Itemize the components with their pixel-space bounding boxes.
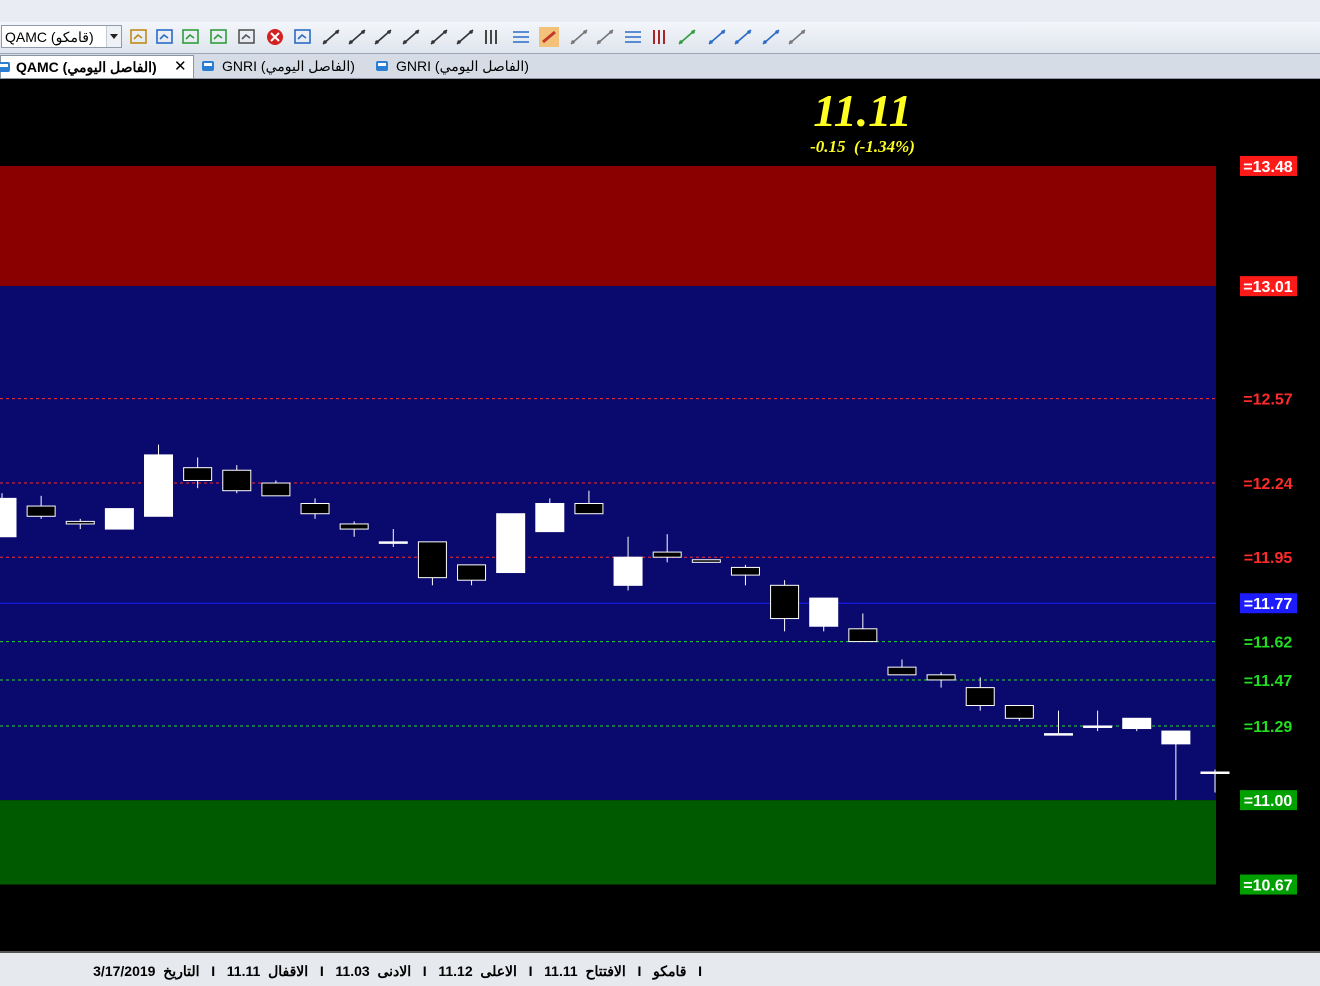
chart-tab-icon	[376, 61, 388, 71]
tab-gnri-daily-1[interactable]: GNRI (الفاصل اليومي)	[199, 55, 367, 77]
levels-icon[interactable]	[510, 26, 532, 48]
circle-icon[interactable]	[568, 26, 590, 48]
vertical-line-icon[interactable]	[372, 26, 394, 48]
tab-label: GNRI (الفاصل اليومي)	[396, 58, 529, 74]
level-label-9: =11.29	[1244, 719, 1293, 736]
copy-icon[interactable]	[594, 26, 616, 48]
candle-body-4	[104, 508, 134, 530]
candle-body-22	[809, 597, 839, 627]
candlestick-chart[interactable]: =13.48 =13.01 =12.57 =12.24 =11.95 =11.77 =11.…	[0, 79, 1320, 951]
trendline-icon[interactable]	[320, 26, 342, 48]
indicator-icon[interactable]	[292, 26, 314, 48]
chart-area[interactable]: =13.48 =13.01 =12.57 =12.24 =11.95 =11.77 =11.…	[0, 79, 1320, 951]
level-label-2: =13.01	[1243, 279, 1292, 296]
grid-icon[interactable]	[732, 26, 754, 48]
symbol-select[interactable]: QAMC (قامكو)	[1, 25, 122, 48]
last-price: 11.11	[813, 85, 912, 136]
tab-label: QAMC (الفاصل اليومي)	[16, 59, 157, 75]
candle-body-3	[65, 520, 95, 525]
candle-body-11	[378, 541, 408, 544]
candle-body-28	[1043, 733, 1073, 736]
level-label-7: =11.62	[1244, 635, 1293, 652]
candle-body-12	[417, 541, 447, 579]
chart-tab-icon	[202, 61, 214, 71]
candle-body-19	[691, 559, 721, 563]
text-tool-icon[interactable]	[786, 26, 808, 48]
candle-body-10	[339, 523, 369, 530]
chevron-down-icon[interactable]	[106, 26, 121, 47]
candle-body-23	[848, 628, 878, 643]
wand-icon[interactable]	[128, 26, 150, 48]
candle-body-6	[183, 467, 213, 481]
candle-body-7	[222, 469, 252, 492]
chart-tab-icon	[0, 62, 10, 72]
arc-icon[interactable]	[706, 26, 728, 48]
candle-body-25	[926, 674, 956, 681]
candle-body-21	[770, 584, 800, 620]
level-label-11: =10.67	[1243, 878, 1292, 895]
candle-body-24	[887, 666, 917, 676]
horizontal-line-icon[interactable]	[346, 26, 368, 48]
price-zone-1	[0, 165, 1216, 287]
candle-body-14	[496, 513, 526, 574]
candle-body-1	[0, 497, 17, 538]
parallel-lines-icon[interactable]	[454, 26, 476, 48]
candle-body-2	[26, 505, 56, 517]
level-label-5: =11.95	[1244, 550, 1293, 567]
candle-body-5	[144, 454, 174, 517]
window-top-strip	[0, 0, 1320, 23]
candle-body-29	[1083, 725, 1113, 728]
tab-bar: QAMC (الفاصل اليومي) ✕ GNRI (الفاصل اليو…	[0, 54, 1320, 79]
level-label-6: =11.77	[1244, 596, 1293, 613]
level-label-3: =12.57	[1243, 392, 1292, 409]
candle-body-27	[1004, 705, 1034, 719]
new-chart-icon[interactable]	[180, 26, 202, 48]
level-label-10: =11.00	[1244, 793, 1293, 810]
candle-body-26	[965, 687, 995, 707]
horizontal-levels-icon[interactable]	[622, 26, 644, 48]
tab-label: GNRI (الفاصل اليومي)	[222, 58, 355, 74]
candle-body-18	[652, 551, 682, 558]
bars-icon[interactable]	[648, 26, 670, 48]
print-icon[interactable]	[236, 26, 258, 48]
status-quote-summary: I قامكو I الافتتاح 11.11 I الاعلى 11.12 …	[93, 963, 702, 979]
fibonacci-icon[interactable]	[676, 26, 698, 48]
status-bar: I قامكو I الافتتاح 11.11 I الاعلى 11.12 …	[0, 951, 1320, 986]
candle-body-31	[1161, 730, 1191, 745]
candle-body-17	[613, 556, 643, 586]
candle-body-30	[1122, 717, 1152, 730]
price-change: -0.15 (-1.34%)	[810, 137, 915, 156]
tab-qamc-daily[interactable]: QAMC (الفاصل اليومي) ✕	[0, 55, 194, 78]
candle-body-20	[730, 566, 760, 576]
delete-icon[interactable]	[264, 26, 286, 48]
candle-body-8	[261, 482, 291, 497]
fan-icon[interactable]	[760, 26, 782, 48]
close-icon[interactable]: ✕	[174, 56, 187, 78]
candle-body-16	[574, 502, 604, 515]
price-zone-2	[0, 286, 1216, 801]
zones-icon[interactable]	[538, 26, 560, 48]
channel-icon[interactable]	[428, 26, 450, 48]
tab-gnri-daily-2[interactable]: GNRI (الفاصل اليومي)	[373, 55, 543, 77]
level-label-8: =11.47	[1244, 673, 1293, 690]
level-label-4: =12.24	[1243, 476, 1292, 493]
candle-body-9	[300, 502, 330, 515]
vertical-lines-icon[interactable]	[480, 26, 502, 48]
arrow-line-icon[interactable]	[400, 26, 422, 48]
save-chart-icon[interactable]	[208, 26, 230, 48]
level-label-1: =13.48	[1243, 159, 1292, 176]
symbol-select-value: QAMC (قامكو)	[5, 29, 94, 45]
candle-body-13	[457, 564, 487, 581]
price-zone-3	[0, 800, 1216, 885]
candle-body-15	[535, 502, 565, 533]
toolbar: QAMC (قامكو)	[0, 22, 1320, 54]
import-icon[interactable]	[154, 26, 176, 48]
candle-body-32	[1200, 771, 1230, 774]
